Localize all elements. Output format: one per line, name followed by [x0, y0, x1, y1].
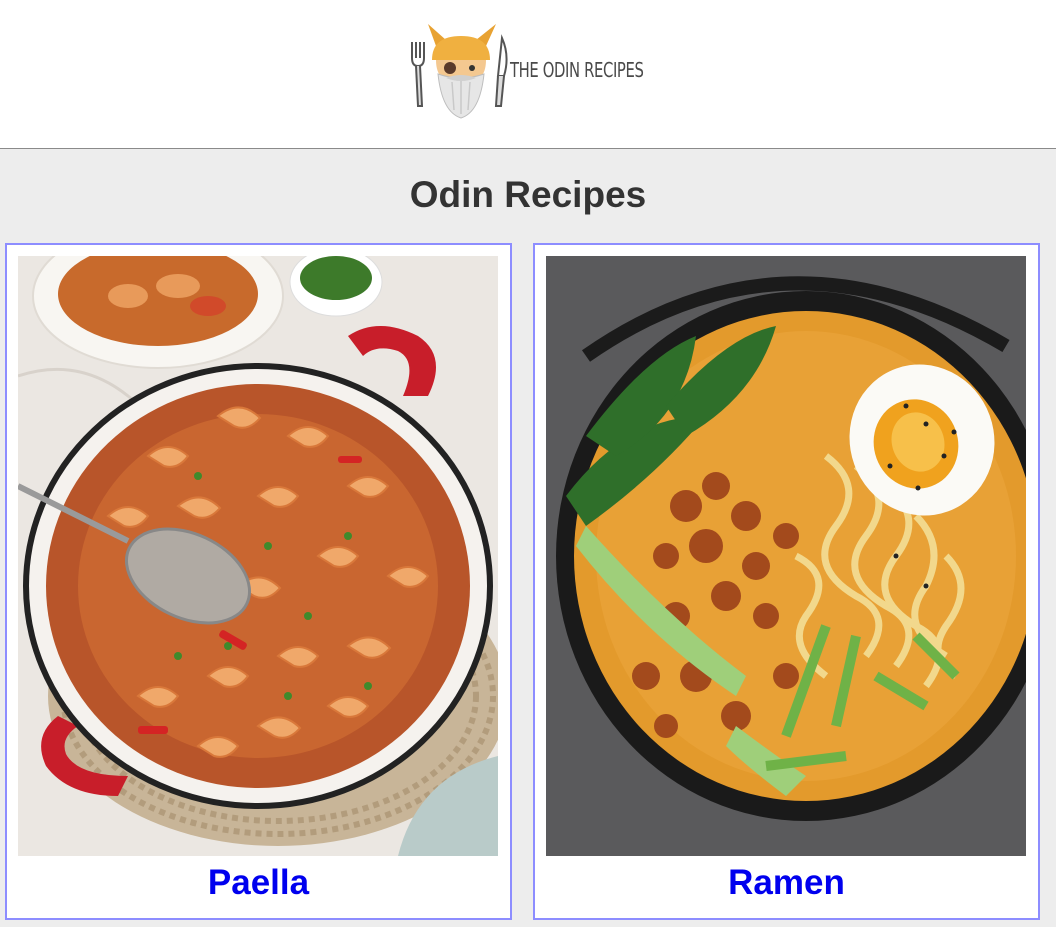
logo-link[interactable]: THE ODIN RECIPES — [406, 20, 644, 122]
page-title: Odin Recipes — [409, 174, 647, 215]
recipe-link-ramen[interactable]: Ramen — [535, 863, 1038, 903]
recipe-card-paella[interactable]: Paella — [5, 243, 512, 920]
site-header: THE ODIN RECIPES — [0, 0, 1056, 149]
viking-chef-logo-icon — [411, 24, 508, 119]
recipe-link-paella[interactable]: Paella — [7, 863, 510, 903]
logo-text: THE ODIN RECIPES — [510, 58, 644, 82]
paella-image — [18, 256, 498, 856]
ramen-image — [546, 256, 1026, 856]
recipe-card-ramen[interactable]: Ramen — [533, 243, 1040, 920]
